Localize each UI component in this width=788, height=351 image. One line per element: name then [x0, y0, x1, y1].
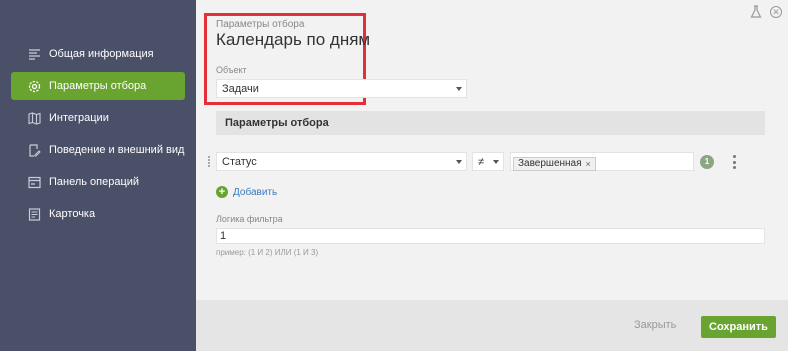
sidebar-item-label: Интеграции — [49, 112, 109, 124]
condition-field-select[interactable]: Статус — [216, 152, 467, 171]
object-select[interactable]: Задачи — [216, 79, 467, 98]
remove-tag-icon[interactable]: × — [586, 159, 591, 169]
close-icon[interactable]: ✕ — [770, 6, 782, 18]
card-icon — [27, 207, 41, 221]
gear-icon — [27, 79, 41, 93]
sidebar-item-card[interactable]: Карточка — [11, 200, 185, 228]
condition-value-input[interactable]: Завершенная × — [510, 152, 694, 171]
sidebar-item-label: Карточка — [49, 208, 96, 220]
sidebar-item-integrations[interactable]: Интеграции — [11, 104, 185, 132]
sidebar-item-label: Поведение и внешний вид — [49, 144, 185, 156]
logic-label: Логика фильтра — [216, 214, 283, 224]
logic-hint: пример: (1 И 2) ИЛИ (1 И 3) — [216, 248, 319, 257]
page-title: Календарь по дням — [216, 30, 371, 49]
more-options-icon[interactable] — [733, 155, 737, 169]
edit-icon — [27, 143, 41, 157]
object-select-value: Задачи — [222, 82, 259, 95]
chevron-down-icon — [456, 160, 462, 164]
dialog-footer: Закрыть Сохранить — [196, 300, 788, 351]
value-tag-label: Завершенная — [518, 158, 582, 169]
flask-icon[interactable] — [750, 5, 762, 19]
main-panel: Параметры отбора Календарь по дням Объек… — [196, 0, 788, 300]
add-condition-label: Добавить — [233, 186, 278, 198]
save-button[interactable]: Сохранить — [701, 316, 776, 338]
sidebar-item-filter-params[interactable]: Параметры отбора — [11, 72, 185, 100]
map-icon — [27, 111, 41, 125]
condition-index-badge: 1 — [700, 155, 714, 169]
condition-field-value: Статус — [222, 155, 257, 168]
chevron-down-icon — [456, 87, 462, 91]
condition-operator-select[interactable]: ≠ — [472, 152, 504, 171]
sidebar: Общая информация Параметры отбора Интегр… — [0, 0, 196, 351]
object-label: Объект — [216, 65, 247, 75]
filter-section-header: Параметры отбора — [216, 111, 765, 135]
page-subtitle: Параметры отбора — [216, 19, 305, 30]
value-tag: Завершенная × — [513, 156, 596, 171]
sidebar-item-behavior[interactable]: Поведение и внешний вид — [11, 136, 185, 164]
sidebar-item-operations-panel[interactable]: Панель операций — [11, 168, 185, 196]
sidebar-item-label: Общая информация — [49, 48, 154, 60]
add-condition-button[interactable]: + Добавить — [216, 186, 277, 198]
drag-handle-icon[interactable] — [208, 156, 213, 169]
toolbar-icon — [27, 175, 41, 189]
window-controls: ✕ — [750, 5, 782, 19]
filter-logic-input[interactable]: 1 — [216, 228, 765, 244]
plus-icon: + — [216, 186, 228, 198]
chevron-down-icon — [493, 160, 499, 164]
close-button[interactable]: Закрыть — [634, 319, 676, 331]
condition-operator-value: ≠ — [478, 155, 485, 168]
sidebar-item-label: Параметры отбора — [49, 80, 147, 92]
list-icon — [27, 47, 41, 61]
sidebar-item-general-info[interactable]: Общая информация — [11, 40, 185, 68]
sidebar-item-label: Панель операций — [49, 176, 140, 188]
